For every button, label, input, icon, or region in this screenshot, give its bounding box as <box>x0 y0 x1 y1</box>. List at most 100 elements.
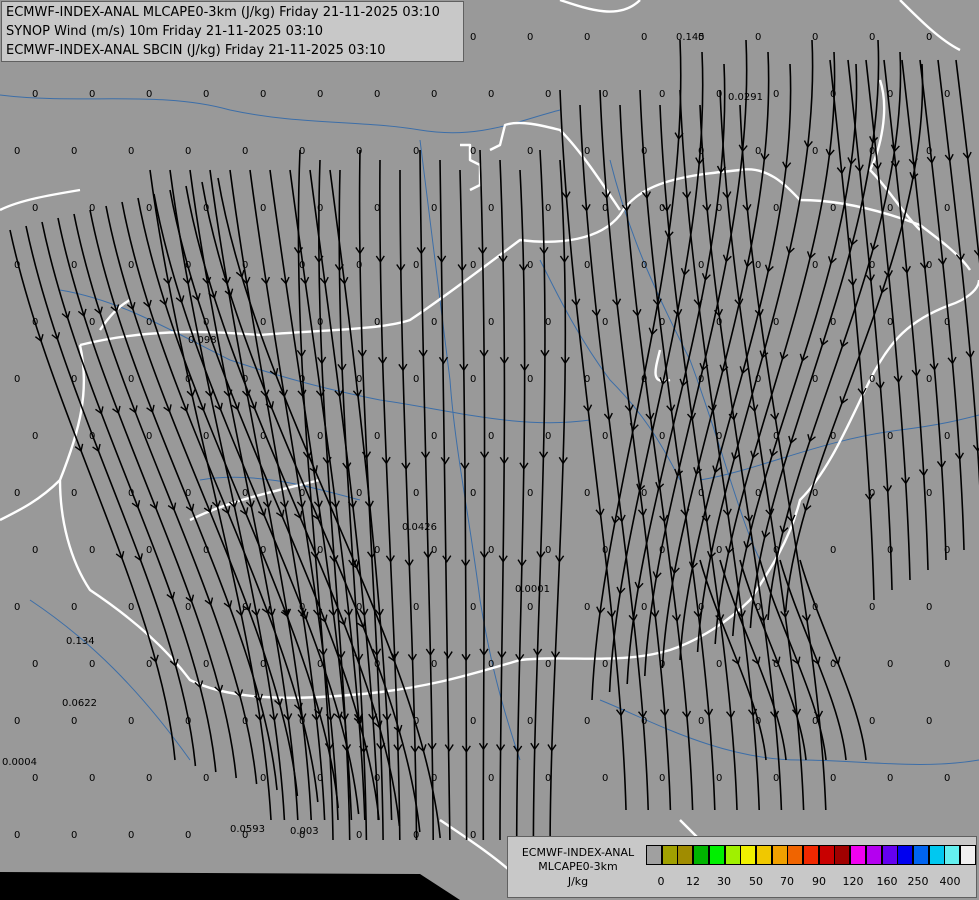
map-value-label: 0 <box>830 317 836 328</box>
legend-swatch <box>803 845 819 865</box>
map-value-label: 0 <box>146 431 152 442</box>
map-value-label: 0 <box>356 488 362 499</box>
map-value-label: 0 <box>14 260 20 271</box>
map-value-label: 0.0291 <box>728 92 763 103</box>
map-value-label: 0 <box>488 203 494 214</box>
map-value-label: 0 <box>869 146 875 157</box>
map-value-label: 0 <box>641 602 647 613</box>
map-value-label: 0 <box>260 317 266 328</box>
map-value-label: 0 <box>773 659 779 670</box>
legend-tick-label: 120 <box>842 875 864 888</box>
map-value-label: 0 <box>128 260 134 271</box>
map-value-label: 0.003 <box>290 826 319 837</box>
map-value-label: 0 <box>374 89 380 100</box>
map-value-label: 0 <box>146 317 152 328</box>
map-value-label: 0 <box>698 374 704 385</box>
map-value-label: 0 <box>659 317 665 328</box>
map-value-label: 0 <box>470 602 476 613</box>
info-box: ECMWF-INDEX-ANAL MLCAPE0-3km (J/kg) Frid… <box>1 1 464 62</box>
legend-tick-label: 30 <box>717 875 731 888</box>
map-value-label: 0.145 <box>676 32 705 43</box>
legend-swatch <box>850 845 867 865</box>
map-value-label: 0 <box>260 773 266 784</box>
legend-title-1: ECMWF-INDEX-ANAL <box>521 846 635 859</box>
legend-swatch <box>771 845 788 865</box>
map-value-label: 0 <box>14 488 20 499</box>
map-value-label: 0 <box>887 773 893 784</box>
map-value-label: 0 <box>299 716 305 727</box>
map-value-label: 0 <box>641 716 647 727</box>
map-value-label: 0 <box>887 431 893 442</box>
map-value-label: 0 <box>773 773 779 784</box>
map-value-label: 0 <box>146 203 152 214</box>
legend-swatch <box>755 845 772 865</box>
legend-swatch <box>661 845 678 865</box>
map-value-label: 0 <box>260 89 266 100</box>
info-line-cin: ECMWF-INDEX-ANAL SBCIN (J/kg) Friday 21-… <box>6 43 386 58</box>
map-value-label: 0 <box>887 89 893 100</box>
map-value-label: 0 <box>830 659 836 670</box>
map-value-label: 0 <box>812 374 818 385</box>
map-value-label: 0 <box>203 773 209 784</box>
map-value-label: 0 <box>869 374 875 385</box>
map-value-label: 0 <box>128 374 134 385</box>
legend-swatch <box>677 845 694 865</box>
legend-swatch <box>865 845 882 865</box>
map-value-label: 0 <box>659 431 665 442</box>
map-value-label: 0 <box>203 203 209 214</box>
map-value-label: 0 <box>887 659 893 670</box>
map-value-label: 0 <box>641 32 647 43</box>
map-value-label: 0 <box>431 431 437 442</box>
map-value-label: 0 <box>14 716 20 727</box>
map-value-label: 0 <box>545 659 551 670</box>
map-value-label: 0 <box>89 545 95 556</box>
map-value-label: 0 <box>374 545 380 556</box>
map-value-label: 0 <box>926 146 932 157</box>
legend-swatch <box>881 845 898 865</box>
info-line-wind: SYNOP Wind (m/s) 10m Friday 21-11-2025 0… <box>6 24 324 39</box>
map-value-label: 0 <box>317 203 323 214</box>
map-value-label: 0 <box>584 374 590 385</box>
map-canvas[interactable]: 0 0 0 0 0 0 0 0 0 0 0 0 0 0 0 0 0 0 0 0 0 0 0 0 0 0 0 0 0 0 0 0 0 0 0 0 0 0 0 0… <box>0 0 979 900</box>
map-value-label: 0 <box>869 260 875 271</box>
map-value-label: 0 <box>659 89 665 100</box>
map-value-label: 0 <box>470 260 476 271</box>
map-value-label: 0 <box>527 488 533 499</box>
map-value-label: 0 <box>584 32 590 43</box>
map-value-label: 0 <box>602 89 608 100</box>
map-value-label: 0 <box>317 659 323 670</box>
map-value-label: 0 <box>185 830 191 841</box>
map-value-label: 0 <box>260 545 266 556</box>
map-value-label: 0 <box>488 89 494 100</box>
map-value-label: 0 <box>470 488 476 499</box>
map-value-label: 0 <box>755 602 761 613</box>
map-value-label: 0 <box>602 545 608 556</box>
map-value-label: 0 <box>14 374 20 385</box>
map-value-label: 0 <box>830 203 836 214</box>
map-value-label: 0 <box>374 317 380 328</box>
map-value-label: 0 <box>89 773 95 784</box>
map-value-label: 0 <box>716 431 722 442</box>
map-value-label: 0 <box>869 488 875 499</box>
map-value-label: 0 <box>926 716 932 727</box>
map-value-label: 0 <box>602 773 608 784</box>
map-view[interactable]: 0 0 0 0 0 0 0 0 0 0 0 0 0 0 0 0 0 0 0 0 0 0 0 0 0 0 0 0 0 0 0 0 0 0 0 0 0 0 0 0… <box>0 0 979 900</box>
map-value-label: 0 <box>317 431 323 442</box>
map-value-label: 0 <box>71 374 77 385</box>
map-value-label: 0 <box>14 602 20 613</box>
map-value-label: 0 <box>527 716 533 727</box>
map-value-label: 0 <box>830 431 836 442</box>
map-value-label: 0 <box>317 317 323 328</box>
map-value-label: 0 <box>812 146 818 157</box>
map-value-label: 0 <box>584 146 590 157</box>
map-value-label: 0 <box>128 146 134 157</box>
map-value-label: 0 <box>203 545 209 556</box>
map-value-label: 0 <box>545 203 551 214</box>
map-value-label: 0 <box>716 317 722 328</box>
map-value-label: 0 <box>203 431 209 442</box>
map-value-label: 0 <box>527 32 533 43</box>
map-value-label: 0 <box>128 830 134 841</box>
map-value-label: 0 <box>887 203 893 214</box>
map-value-label: 0 <box>185 260 191 271</box>
map-value-label: 0 <box>317 89 323 100</box>
